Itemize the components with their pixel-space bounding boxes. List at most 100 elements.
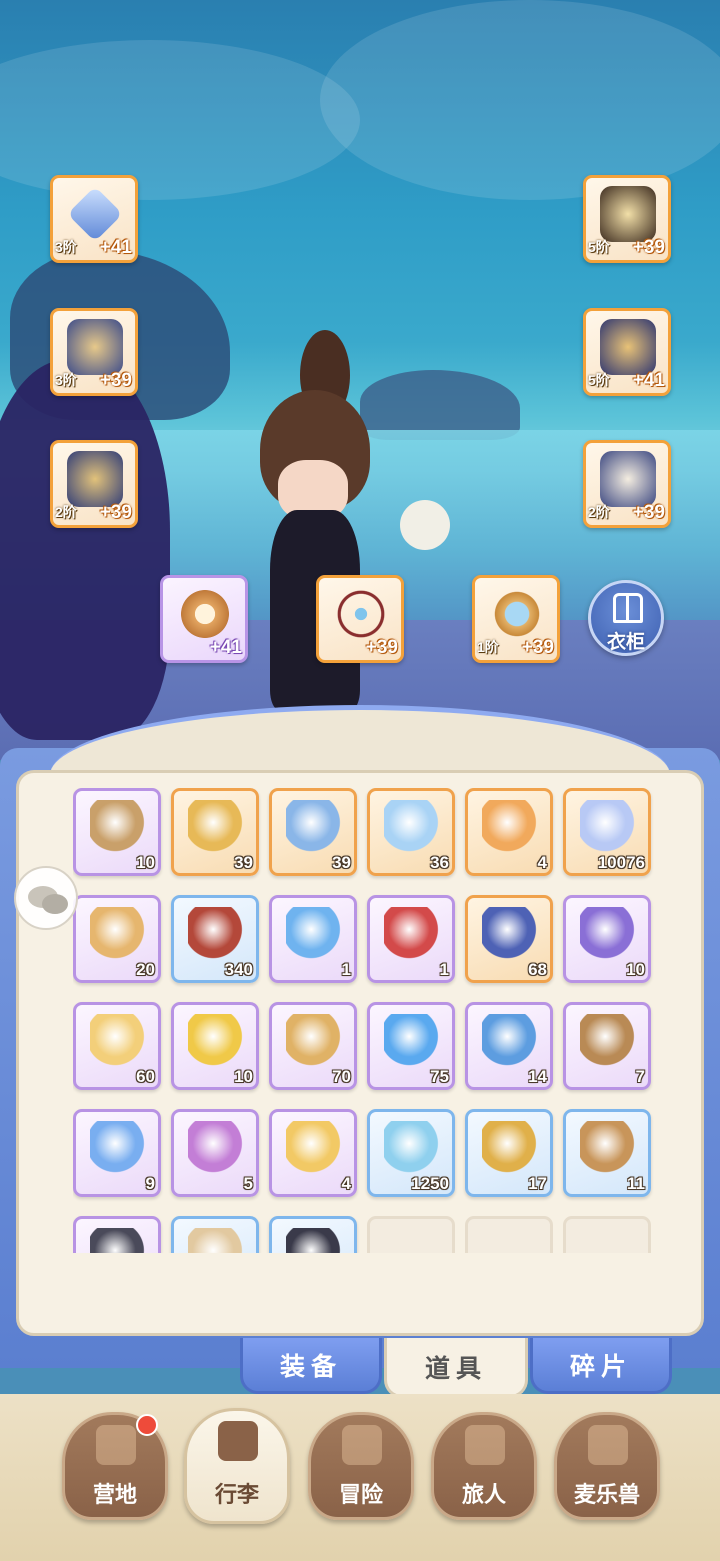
yellow-flower-icon [286,1121,342,1177]
item-count: 10 [626,960,645,979]
inventory-slot[interactable]: 39 [171,788,259,876]
nav-traveler[interactable]: 旅人 [431,1412,537,1520]
item-count: 1250 [411,1174,449,1193]
inventory-panel: 10 39 39 36 4 10076 20 340 1 1 68 10 60 10 70 75 14 7 9 5 4 1… [16,770,704,1336]
item-count: 60 [136,1067,155,1086]
inventory-slot[interactable]: 10 [563,895,651,983]
inventory-slot[interactable]: 1 [367,895,455,983]
inventory-slot[interactable]: 9 [73,1109,161,1197]
equip-slot-armor[interactable]: 3阶 +39 [50,308,138,396]
inventory-slot[interactable]: 10 [171,1002,259,1090]
inventory-slot[interactable] [269,1216,357,1253]
sky-cloud [320,0,720,200]
cheese-icon [90,1014,146,1070]
equip-slot-gloves[interactable]: 5阶 +41 [583,308,671,396]
item-count: 39 [234,853,253,872]
inventory-slot[interactable]: 36 [367,788,455,876]
equip-slot-boots[interactable]: 2阶 +39 [583,440,671,528]
purple-flower-icon [188,1121,244,1177]
inventory-slot[interactable]: 4 [465,788,553,876]
inventory-slot[interactable]: 68 [465,895,553,983]
traveler-portrait-icon [465,1425,505,1465]
recipe-book-icon [580,1014,636,1070]
nav-label: 营地 [92,1482,137,1507]
inventory-slot[interactable]: 75 [367,1002,455,1090]
rune-orb-icon [286,800,342,856]
inventory-slot[interactable]: 60 [73,1002,161,1090]
blue-potion-icon [286,907,342,963]
shadow-monster [0,360,170,740]
equip-bonus: +39 [365,637,398,658]
tab-equipment[interactable]: 装备 [240,1338,382,1394]
nav-adventure[interactable]: 冒险 [308,1412,414,1520]
nav-label: 行李 [214,1482,259,1507]
inventory-slot[interactable]: 70 [269,1002,357,1090]
inventory-slot-empty[interactable] [367,1216,455,1253]
inventory-slot-empty[interactable] [563,1216,651,1253]
inventory-slot[interactable]: 1250 [367,1109,455,1197]
equip-tier: 2阶 [588,504,610,520]
item-count: 1 [341,960,351,979]
equip-slot-charm[interactable]: 1阶 +39 [472,575,560,663]
item-count: 11 [627,1174,645,1193]
blue-crystal-icon [384,1121,440,1177]
golden-lyre-icon [188,800,244,856]
tab-label: 装备 [279,1352,342,1381]
ring-icon [177,586,233,642]
item-count: 340 [224,960,253,979]
inventory-slot[interactable] [171,1216,259,1253]
item-count: 17 [528,1174,547,1193]
inventory-slot[interactable]: 39 [269,788,357,876]
wardrobe-button[interactable]: 衣柜 [588,580,664,656]
item-count: 14 [528,1067,547,1086]
nav-pets[interactable]: 麦乐兽 [554,1412,660,1520]
wardrobe-icon [613,593,643,623]
inventory-grid[interactable]: 10 39 39 36 4 10076 20 340 1 1 68 10 60 10 70 75 14 7 9 5 4 1… [73,788,669,1253]
inventory-slot[interactable]: 10 [73,788,161,876]
tab-items[interactable]: 道具 [384,1338,528,1398]
notification-badge [136,1414,158,1436]
nav-luggage[interactable]: 行李 [184,1408,290,1524]
item-count: 7 [635,1067,645,1086]
chat-button[interactable] [14,866,78,930]
equip-slot-necklace[interactable]: +39 [316,575,404,663]
inventory-slot-empty[interactable] [465,1216,553,1253]
inventory-slot[interactable]: 7 [563,1002,651,1090]
inventory-slot[interactable]: 14 [465,1002,553,1090]
equip-tier: 3阶 [55,372,77,388]
item-count: 4 [341,1174,351,1193]
inventory-slot[interactable] [73,1216,161,1253]
pants-icon [67,451,123,507]
purple-cat-lens-icon [580,907,636,963]
inventory-slot[interactable]: 1 [269,895,357,983]
tab-label: 道具 [424,1354,487,1383]
ticket-icon [482,1014,538,1070]
heart-necklace-icon [333,586,389,642]
tab-fragments[interactable]: 碎片 [530,1338,672,1394]
inventory-slot[interactable]: 340 [171,895,259,983]
inventory-slot[interactable]: 4 [269,1109,357,1197]
inventory-slot[interactable]: 5 [171,1109,259,1197]
item-count: 20 [136,960,155,979]
equip-slot-helmet[interactable]: 5阶 +39 [583,175,671,263]
ice-crystal-crown-icon [384,800,440,856]
inventory-slot[interactable]: 17 [465,1109,553,1197]
golden-leaf-icon [188,1014,244,1070]
tab-label: 碎片 [569,1352,632,1381]
equip-tier: 5阶 [588,372,610,388]
nav-label: 冒险 [338,1482,383,1507]
equip-slot-pants[interactable]: 2阶 +39 [50,440,138,528]
paw-sack-icon [580,1121,636,1177]
equip-slot-ring[interactable]: +41 [160,575,248,663]
inventory-slot[interactable]: 20 [73,895,161,983]
inventory-slot[interactable]: 11 [563,1109,651,1197]
equip-tier: 5阶 [588,239,610,255]
crossed-swords-icon [342,1425,382,1465]
equip-bonus: +41 [632,370,665,391]
dark-stone-icon [286,1228,342,1253]
cookie-icon [90,907,146,963]
item-count: 10 [234,1067,253,1086]
item-count: 4 [537,853,547,872]
inventory-slot[interactable]: 10076 [563,788,651,876]
equip-slot-weapon[interactable]: 3阶 +41 [50,175,138,263]
